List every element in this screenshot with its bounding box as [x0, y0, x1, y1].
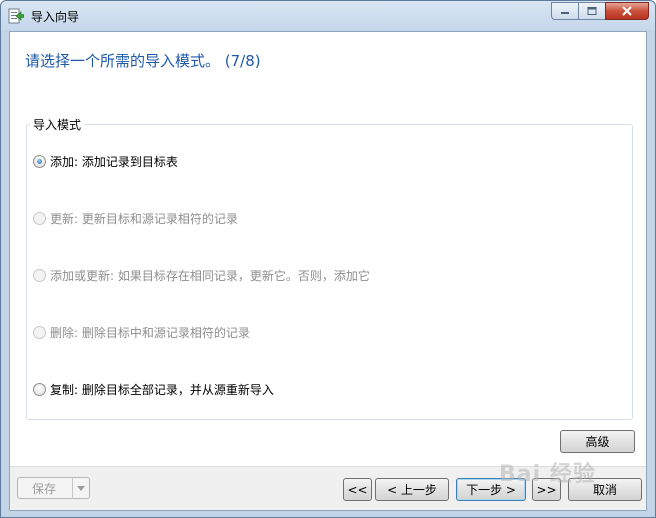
radio-option-update: 更新: 更新目标和源记录相符的记录	[33, 210, 238, 226]
radio-label: 删除: 删除目标中和源记录相符的记录	[50, 325, 250, 340]
radio-label: 添加或更新: 如果目标存在相同记录，更新它。否则，添加它	[50, 268, 370, 283]
radio-option-append[interactable]: 添加: 添加记录到目标表	[33, 153, 178, 169]
page-title: 请选择一个所需的导入模式。 (7/8)	[25, 52, 261, 70]
minimize-button[interactable]	[551, 2, 578, 20]
save-dropdown-toggle	[72, 478, 89, 499]
save-split-button: 保存	[17, 477, 90, 499]
close-button[interactable]	[605, 2, 649, 20]
first-step-button[interactable]: <<	[343, 478, 372, 501]
advanced-button[interactable]: 高级	[560, 430, 635, 453]
import-mode-group-label: 导入模式	[30, 116, 85, 133]
radio-option-append-or-update: 添加或更新: 如果目标存在相同记录，更新它。否则，添加它	[33, 267, 370, 283]
radio-button	[33, 268, 46, 282]
radio-button[interactable]	[33, 382, 46, 396]
title-bar[interactable]: 导入向导	[1, 1, 655, 30]
maximize-button[interactable]	[578, 2, 605, 20]
maximize-icon	[587, 7, 597, 15]
radio-button	[33, 211, 46, 225]
radio-label: 复制: 删除目标全部记录，并从源重新导入	[50, 382, 274, 397]
wizard-header: 请选择一个所需的导入模式。 (7/8)	[10, 32, 646, 90]
close-icon	[622, 6, 632, 16]
radio-label: 添加: 添加记录到目标表	[50, 154, 178, 169]
wizard-client-area: 请选择一个所需的导入模式。 (7/8) 导入模式 添加: 添加记录到目标表 更新…	[9, 31, 647, 511]
chevron-down-icon	[77, 486, 85, 491]
radio-label: 更新: 更新目标和源记录相符的记录	[50, 211, 238, 226]
radio-button[interactable]	[33, 154, 46, 168]
radio-option-delete: 删除: 删除目标中和源记录相符的记录	[33, 324, 250, 340]
minimize-icon	[561, 12, 569, 14]
import-wizard-icon	[8, 8, 24, 24]
previous-step-button[interactable]: < 上一步	[375, 478, 449, 501]
radio-option-copy[interactable]: 复制: 删除目标全部记录，并从源重新导入	[33, 381, 274, 397]
import-wizard-window: 导入向导 请选择一个所需的导入模式。 (7/8) 导入模式 添加: 添加记录到目…	[0, 0, 656, 518]
window-controls	[551, 2, 649, 20]
wizard-body: 导入模式 添加: 添加记录到目标表 更新: 更新目标和源记录相符的记录 添加或更…	[10, 90, 646, 466]
radio-button	[33, 325, 46, 339]
baidu-watermark: Bai 经验	[499, 462, 596, 487]
save-button-label: 保存	[32, 481, 57, 496]
window-title: 导入向导	[31, 10, 80, 24]
